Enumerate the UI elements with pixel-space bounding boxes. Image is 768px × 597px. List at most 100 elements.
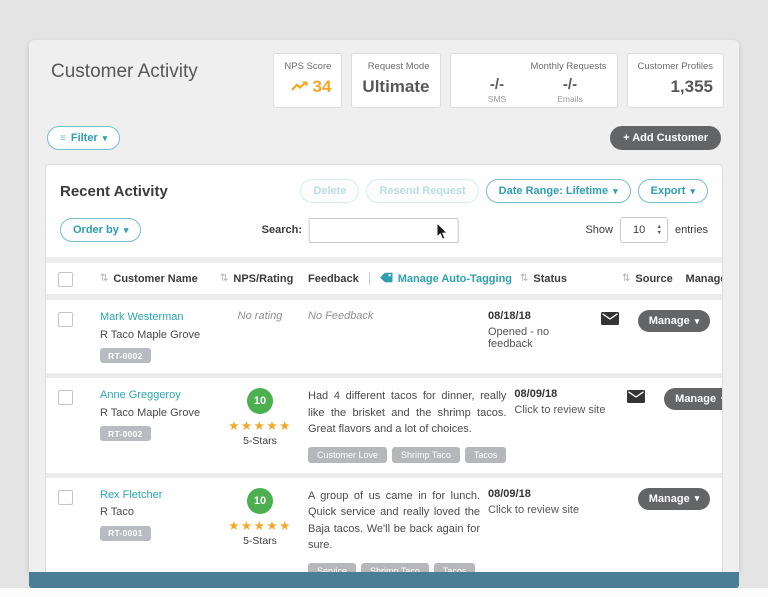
feedback-tag[interactable]: Tacos: [464, 446, 507, 463]
manage-auto-tagging-link[interactable]: Manage Auto-Tagging: [379, 272, 512, 286]
star-rating: ★★★★★: [220, 418, 300, 433]
date-range-button[interactable]: Date Range: Lifetime ▾: [485, 179, 631, 203]
export-label: Export: [650, 185, 686, 197]
recent-activity-panel: Recent Activity Delete Resend Request Da…: [45, 164, 723, 588]
table-row: Mark Westerman R Taco Maple Grove RT-000…: [46, 300, 722, 374]
manage-button[interactable]: Manage ▾: [637, 310, 711, 332]
stat-profiles-value: 1,355: [670, 77, 713, 96]
monthly-sms-value: -/-: [489, 76, 505, 93]
source-cell: [590, 310, 630, 328]
star-icon: ★: [240, 518, 254, 533]
customer-name-link[interactable]: Anne Greggeroy: [100, 388, 212, 403]
customer-name-link[interactable]: Mark Westerman: [100, 310, 212, 325]
status-text[interactable]: Click to review site: [488, 504, 582, 516]
header-status[interactable]: ⇅ Status: [520, 273, 614, 285]
customer-cell: Anne Greggeroy R Taco Maple Grove RT-000…: [100, 388, 212, 442]
stat-nps-label: NPS Score: [284, 61, 332, 72]
envelope-icon: [627, 390, 646, 406]
resend-request-button[interactable]: Resend Request: [366, 179, 479, 203]
customer-cell: Rex Fletcher R Taco RT-0001: [100, 488, 212, 541]
monthly-sms-label: SMS: [487, 94, 507, 104]
nps-score-badge: 10: [247, 487, 273, 514]
add-customer-button[interactable]: + Add Customer: [610, 126, 721, 150]
star-icon: ★: [266, 518, 280, 533]
star-icon: ★: [266, 419, 280, 434]
row-checkbox[interactable]: [58, 390, 73, 406]
feedback-cell: A group of us came in for lunch. Quick s…: [308, 488, 480, 579]
customer-name-link[interactable]: Rex Fletcher: [100, 488, 212, 503]
sort-icon: ⇅: [100, 273, 109, 284]
row-checkbox[interactable]: [58, 489, 73, 505]
stars-label: 5-Stars: [243, 534, 277, 547]
entries-select[interactable]: 10 ▲ ▼: [619, 217, 668, 243]
envelope-icon: [601, 312, 619, 328]
status-date: 08/18/18: [488, 310, 531, 322]
delete-button[interactable]: Delete: [300, 179, 360, 203]
manage-cell: Manage ▾: [637, 310, 711, 332]
mouse-cursor-icon: [436, 221, 449, 244]
footer-bar: [29, 572, 739, 588]
customer-company: R Taco: [100, 506, 135, 519]
stat-cards: NPS Score 34 Request Mode Ultimate Month…: [273, 53, 724, 108]
star-icon: ★: [253, 518, 267, 533]
star-icon: ★: [240, 419, 254, 434]
caret-down-icon: ▾: [123, 224, 129, 235]
search-group: Search:: [261, 217, 459, 243]
stat-profiles-label: Customer Profiles: [637, 61, 714, 72]
caret-down-icon: ▾: [102, 132, 108, 143]
star-icon: ★: [228, 518, 241, 533]
status-cell: 08/18/18 Opened - no feedback: [488, 310, 582, 350]
card-header: Customer Activity NPS Score 34 Request M…: [29, 40, 739, 116]
stat-request-mode-value: Ultimate: [362, 77, 430, 96]
add-customer-label: + Add Customer: [623, 132, 708, 144]
stat-monthly-requests: Monthly Requests -/- SMS -/- Emails: [449, 53, 618, 108]
row-checkbox[interactable]: [58, 312, 73, 327]
manage-button[interactable]: Manage ▾: [664, 388, 722, 411]
status-date: 08/09/18: [514, 388, 558, 401]
caret-down-icon: ▾: [613, 185, 618, 196]
select-all-checkbox[interactable]: [58, 272, 73, 287]
manage-button[interactable]: Manage ▾: [637, 487, 711, 510]
source-cell: [590, 488, 630, 490]
sort-icon: ⇅: [622, 273, 631, 284]
monthly-emails-value: -/-: [562, 76, 578, 93]
nps-score-badge: 10: [247, 388, 273, 415]
status-date: 08/09/18: [488, 487, 531, 500]
order-by-button[interactable]: Order by ▾: [60, 218, 142, 242]
search-label: Search:: [261, 224, 302, 236]
sort-icon: ⇅: [220, 273, 229, 284]
filter-button[interactable]: ≡ Filter ▾: [47, 126, 121, 150]
toolbar: ≡ Filter ▾ + Add Customer: [29, 116, 739, 164]
caret-down-icon: ▾: [694, 493, 700, 504]
caret-down-icon: ▾: [721, 394, 722, 404]
header-nps-rating[interactable]: ⇅ NPS/Rating: [220, 273, 300, 285]
monthly-sms: -/- SMS: [461, 76, 534, 104]
header-customer-name[interactable]: ⇅ Customer Name: [100, 273, 212, 285]
stat-request-mode-label: Request Mode: [367, 61, 430, 72]
manage-cell: Manage ▾: [637, 487, 711, 510]
star-icon: ★: [253, 419, 267, 434]
header-source[interactable]: ⇅ Source: [622, 273, 673, 285]
stepper-arrows-icon: ▲ ▼: [656, 223, 662, 236]
stat-nps-value: 34: [312, 77, 332, 96]
customer-code-badge: RT-0002: [100, 348, 151, 364]
panel-title: Recent Activity: [60, 182, 168, 200]
customer-code-badge: RT-0001: [100, 525, 151, 541]
tag-list: Customer Love Shrimp Taco Tacos: [308, 446, 507, 463]
monthly-emails-label: Emails: [557, 94, 583, 104]
feedback-tag[interactable]: Customer Love: [308, 446, 388, 463]
monthly-emails: -/- Emails: [534, 76, 607, 104]
panel-actions: Delete Resend Request Date Range: Lifeti…: [300, 179, 708, 203]
feedback-text: Had 4 different tacos for dinner, really…: [308, 390, 507, 436]
feedback-tag[interactable]: Shrimp Taco: [392, 446, 460, 463]
caret-down-icon: ▾: [690, 185, 695, 196]
table-controls: Order by ▾ Search: Show 10 ▲ ▼ entries: [46, 213, 722, 257]
no-feedback-text: No Feedback: [308, 310, 374, 322]
customer-code-badge: RT-0002: [100, 426, 151, 442]
no-rating-text: No rating: [237, 310, 283, 322]
status-text[interactable]: Click to review site: [514, 404, 608, 416]
stat-request-mode: Request Mode Ultimate: [351, 53, 441, 108]
show-entries-group: Show 10 ▲ ▼ entries: [585, 217, 708, 243]
status-cell: 08/09/18 Click to review site: [488, 488, 582, 516]
export-button[interactable]: Export ▾: [637, 179, 708, 203]
